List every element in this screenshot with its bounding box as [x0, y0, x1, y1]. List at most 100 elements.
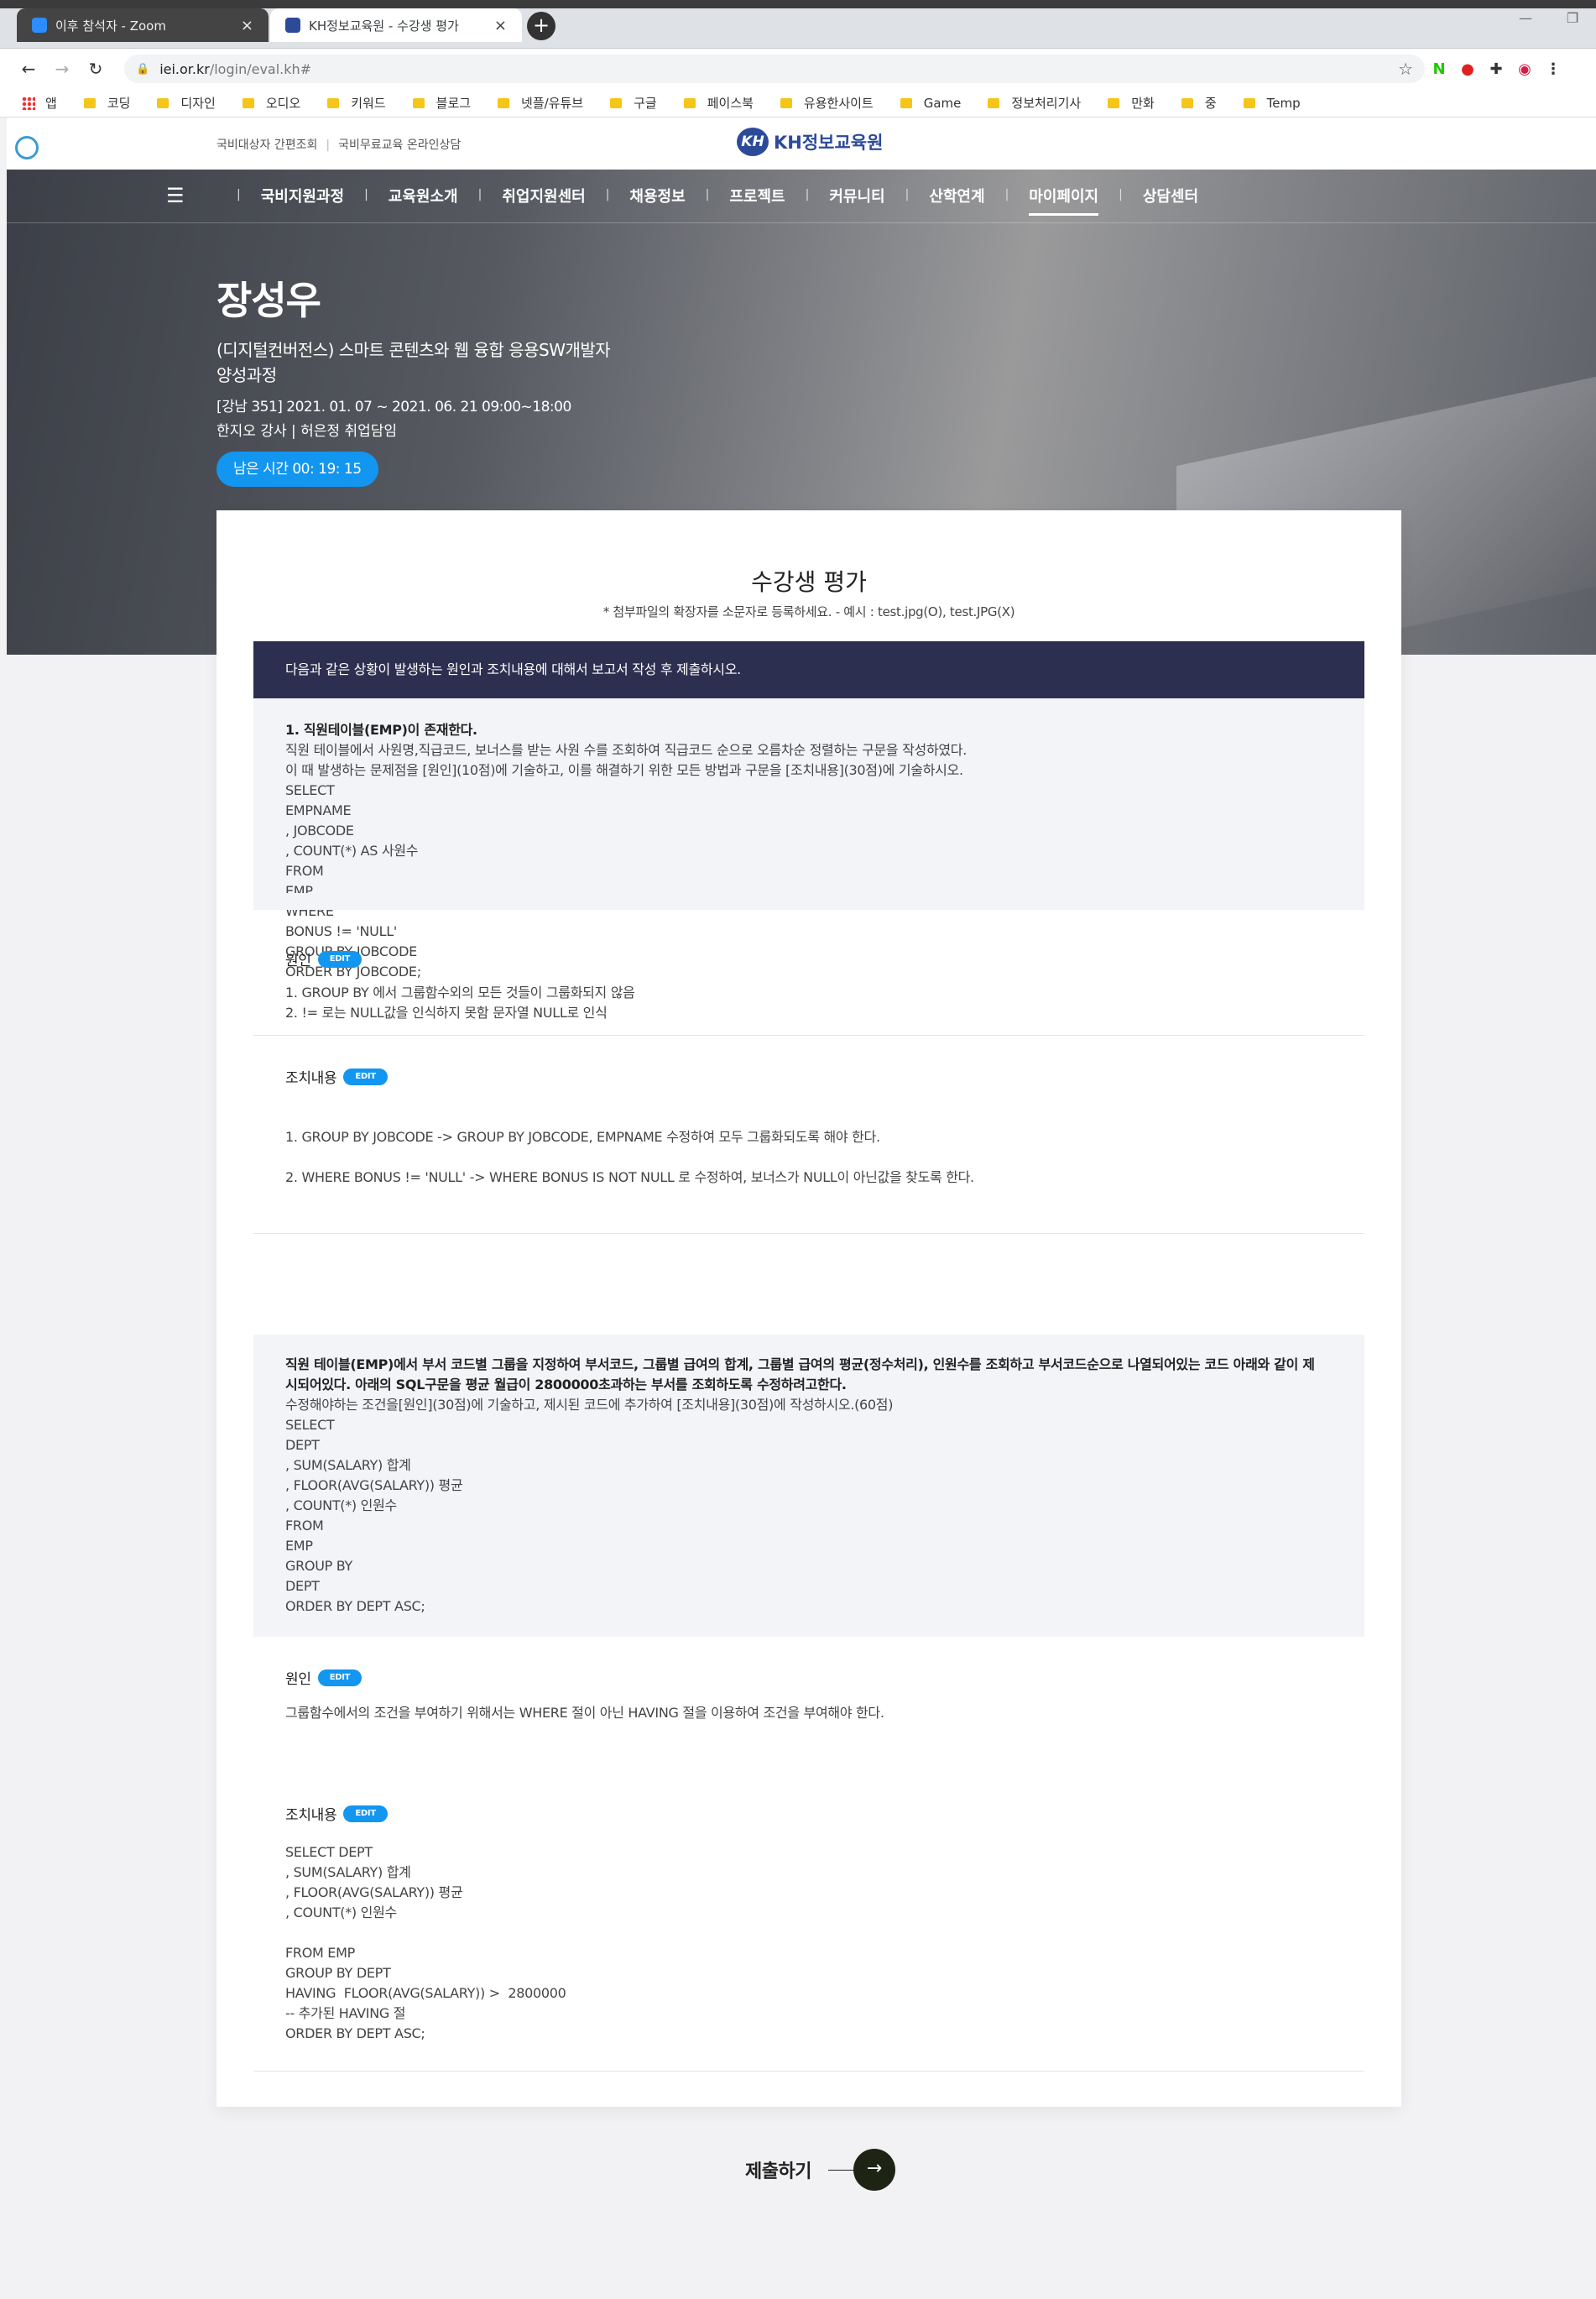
back-icon[interactable]: ← [12, 59, 45, 79]
bookmark-folder[interactable]: 디자인 [157, 94, 216, 112]
zoom-favicon-icon [32, 18, 47, 33]
minimize-button[interactable]: — [1502, 10, 1549, 26]
kh-logo-icon: KH [737, 128, 769, 156]
cause-label-row: 원인 EDIT [285, 948, 1333, 969]
nav-item-national-courses[interactable]: 국비지원과정 [261, 185, 344, 216]
question-line: GROUP BY [285, 1558, 353, 1574]
answer-line: -- 추가된 HAVING 절 [285, 2005, 406, 2021]
address-bar-row: ← → ↻ 🔒 iei.or.kr /login/eval.kh# ☆ N ● … [0, 49, 1596, 89]
bookmark-star-icon[interactable]: ☆ [1398, 59, 1413, 79]
answer-line: GROUP BY DEPT [285, 1965, 391, 1981]
nav-item-mypage[interactable]: 마이페이지 [1029, 185, 1099, 216]
new-tab-button[interactable]: + [527, 12, 555, 40]
red-extension-icon[interactable]: ● [1453, 60, 1482, 78]
action-label: 조치내용 [285, 1070, 337, 1087]
restore-button[interactable]: ❐ [1549, 10, 1596, 26]
cause-answer-text[interactable]: 1. GROUP BY 에서 그룹함수외의 모든 것들이 그룹화되지 않음 2.… [285, 983, 1333, 1023]
bookmark-folder[interactable]: 유용한사이트 [780, 94, 874, 112]
bookmark-folder[interactable]: 키워드 [327, 94, 386, 112]
nav-item-community[interactable]: 커뮤니티 [829, 185, 884, 216]
main-nav: ☰ | 국비지원과정 | 교육원소개 | 취업지원센터 | 채용정보 | 프로젝… [7, 170, 1596, 223]
bookmark-folder[interactable]: 만화 [1108, 94, 1155, 112]
nav-item-recruit[interactable]: 채용정보 [629, 185, 685, 216]
bookmark-folder[interactable]: Game [900, 96, 961, 111]
menu-divider: | [905, 188, 910, 201]
bookmark-folder[interactable]: 중 [1181, 94, 1217, 112]
student-name: 장성우 [216, 278, 321, 323]
profile-avatar-icon[interactable]: ◉ [1510, 60, 1539, 78]
reload-icon[interactable]: ↻ [79, 59, 112, 79]
folder-icon [1243, 97, 1255, 108]
cause-answer-text[interactable]: 그룹함수에서의 조건을 부여하기 위해서는 WHERE 절이 아닌 HAVING… [285, 1703, 1333, 1723]
cause-label-row: 원인 EDIT [285, 1667, 1333, 1688]
edit-cause-button[interactable]: EDIT [317, 950, 362, 968]
bookmark-folder[interactable]: 블로그 [412, 94, 471, 112]
folder-icon [988, 97, 1000, 108]
answer-line: HAVING FLOOR(AVG(SALARY)) > 2800000 [285, 1985, 566, 2001]
course-teachers: 한지오 강사 | 허은정 취업담임 [216, 423, 398, 440]
menu-kebab-icon[interactable]: ⋮ [1539, 60, 1567, 78]
question-line: SELECT [285, 1417, 335, 1433]
question-line: , FLOOR(AVG(SALARY)) 평균 [285, 1477, 463, 1493]
bookmark-folder[interactable]: 구글 [610, 94, 657, 112]
submit-line [827, 2169, 853, 2171]
menu-divider: | [1119, 188, 1123, 201]
browser-tab-eval[interactable]: KH정보교육원 - 수강생 평가 × [270, 8, 522, 42]
edit-cause-button[interactable]: EDIT [317, 1669, 362, 1686]
site-circle-logo-icon[interactable] [15, 136, 39, 159]
kh-favicon-icon [285, 18, 300, 33]
evaluation-card: 수강생 평가 * 첨부파일의 확장자를 소문자로 등록하세요. - 예시 : t… [216, 510, 1401, 2107]
menu-divider: | [705, 188, 710, 201]
question-2-title: 직원 테이블(EMP)에서 부서 코드별 그룹을 지정하여 부서코드, 그룹별 … [285, 1356, 1315, 1372]
folder-icon [1108, 97, 1120, 108]
answer-line [285, 1147, 1333, 1168]
course-period: [강남 351] 2021. 01. 07 ~ 2021. 06. 21 09:… [216, 399, 571, 415]
close-tab-icon[interactable]: × [494, 17, 507, 34]
tab-title: 이후 참석자 - Zoom [55, 18, 166, 34]
naver-extension-icon[interactable]: N [1425, 60, 1453, 78]
answer-line: , FLOOR(AVG(SALARY)) 평균 [285, 1884, 463, 1900]
forward-icon[interactable]: → [45, 59, 79, 79]
folder-icon [780, 97, 792, 108]
top-link-consult[interactable]: 국비무료교육 온라인상담 [317, 136, 461, 153]
nav-item-consult[interactable]: 상담센터 [1143, 185, 1198, 216]
bookmark-folder[interactable]: 오디오 [242, 94, 300, 112]
bookmark-folder[interactable]: 넷플/유튜브 [498, 94, 583, 112]
url-input[interactable]: 🔒 iei.or.kr /login/eval.kh# ☆ [124, 55, 1425, 83]
hamburger-menu-icon[interactable]: ☰ [166, 185, 185, 206]
brand-logo[interactable]: KH KH정보교육원 [737, 128, 883, 156]
question-1-title: 1. 직원테이블(EMP)이 존재한다. [285, 722, 477, 738]
folder-icon [83, 97, 96, 108]
answer-line: 1. GROUP BY 에서 그룹함수외의 모든 것들이 그룹화되지 않음 [285, 985, 635, 1001]
puzzle-extension-icon[interactable]: ✚ [1482, 60, 1510, 78]
bookmark-folder[interactable]: 정보처리기사 [988, 94, 1081, 112]
attachment-note: * 첨부파일의 확장자를 소문자로 등록하세요. - 예시 : test.jpg… [602, 604, 1015, 619]
question-line: EMPNAME [285, 802, 352, 818]
edit-action-button[interactable]: EDIT [343, 1068, 388, 1085]
bookmark-folder[interactable]: Temp [1243, 96, 1301, 111]
folder-icon [610, 97, 623, 108]
bookmark-folder[interactable]: 코딩 [83, 94, 130, 112]
submit-button[interactable]: 제출하기 → [745, 2149, 895, 2191]
action-answer-text[interactable]: 1. GROUP BY JOBCODE -> GROUP BY JOBCODE,… [285, 1127, 1333, 1188]
close-tab-icon[interactable]: × [241, 17, 253, 34]
action-label-row: 조치내용 EDIT [285, 1803, 1333, 1824]
lock-icon: 🔒 [136, 62, 150, 76]
answer-line: 2. WHERE BONUS != 'NULL' -> WHERE BONUS … [285, 1169, 974, 1185]
question-line: , SUM(SALARY) 합계 [285, 1457, 411, 1473]
folder-icon [683, 97, 696, 108]
bookmark-apps[interactable]: 앱 [22, 94, 57, 112]
action-answer-text[interactable]: SELECT DEPT , SUM(SALARY) 합계 , FLOOR(AVG… [285, 1842, 1333, 2044]
top-link-lookup[interactable]: 국비대상자 간편조회 [216, 136, 317, 153]
browser-tab-zoom[interactable]: 이후 참석자 - Zoom × [17, 8, 269, 42]
nav-item-job-support[interactable]: 취업지원센터 [502, 185, 585, 216]
answer-line: , SUM(SALARY) 합계 [285, 1864, 411, 1880]
question-line: , COUNT(*) 인원수 [285, 1497, 397, 1513]
browser-tab-bar: 이후 참석자 - Zoom × KH정보교육원 - 수강생 평가 × + — ❐ [0, 0, 1596, 49]
menu-divider: | [1004, 188, 1009, 201]
nav-item-about[interactable]: 교육원소개 [389, 185, 458, 216]
nav-item-project[interactable]: 프로젝트 [729, 185, 785, 216]
edit-action-button[interactable]: EDIT [343, 1805, 388, 1822]
nav-item-industry[interactable]: 산학연계 [929, 185, 984, 216]
bookmark-folder[interactable]: 페이스북 [683, 94, 754, 112]
